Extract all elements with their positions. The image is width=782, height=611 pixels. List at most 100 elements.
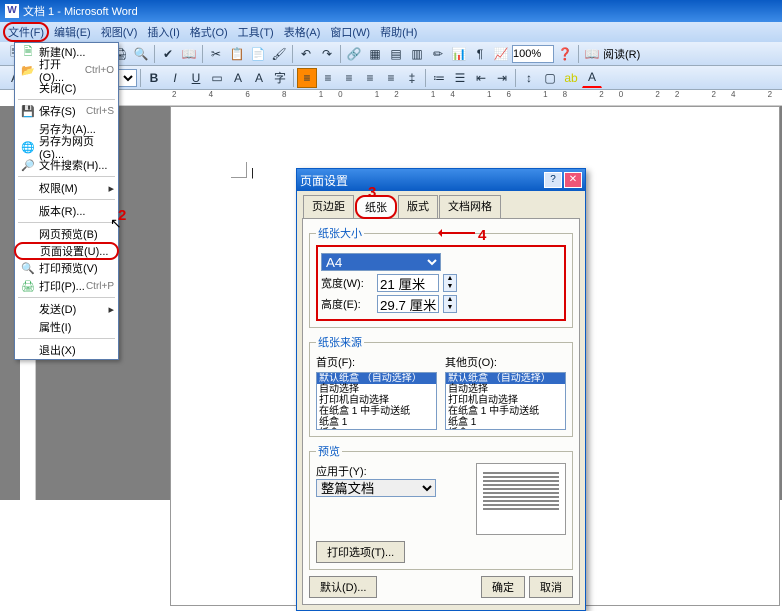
menu-save-web[interactable]: 🌐另存为网页(G)...: [15, 138, 118, 156]
width-input[interactable]: [377, 274, 439, 292]
menu-edit[interactable]: 编辑(E): [49, 22, 96, 42]
preview-icon[interactable]: 🔍: [131, 44, 151, 64]
table-icon[interactable]: ▦: [365, 44, 385, 64]
preview-legend: 预览: [316, 443, 342, 459]
border-icon[interactable]: ▭: [207, 68, 227, 88]
char-a2-icon[interactable]: A: [249, 68, 269, 88]
apply-to-select[interactable]: 整篇文档: [316, 479, 436, 497]
cancel-button[interactable]: 取消: [529, 576, 573, 598]
reading-label[interactable]: 阅读(R): [603, 46, 640, 62]
paste-icon[interactable]: 📄: [248, 44, 268, 64]
char-a3-icon[interactable]: 字: [270, 68, 290, 88]
menu-print[interactable]: 🖨打印(P)...Ctrl+P: [15, 277, 118, 295]
page-preview: [476, 463, 566, 535]
menu-close[interactable]: 关闭(C): [15, 79, 118, 97]
menu-versions[interactable]: 版本(R)...: [15, 202, 118, 220]
menu-save[interactable]: 💾保存(S)Ctrl+S: [15, 102, 118, 120]
paper-size-group: 纸张大小 A4 宽度(W):▲▼ 高度(E):▲▼: [309, 225, 573, 328]
underline-icon[interactable]: U: [186, 68, 206, 88]
cut-icon[interactable]: ✂: [206, 44, 226, 64]
menu-web-preview[interactable]: 网页预览(B): [15, 225, 118, 243]
highlight-icon[interactable]: ab: [561, 68, 581, 88]
menu-help[interactable]: 帮助(H): [375, 22, 422, 42]
apply-to-label: 应用于(Y):: [316, 466, 367, 478]
tab-margins[interactable]: 页边距: [303, 195, 354, 219]
menu-properties[interactable]: 属性(I): [15, 318, 118, 336]
excel-icon[interactable]: ▤: [386, 44, 406, 64]
menu-insert[interactable]: 插入(I): [142, 22, 184, 42]
indent-icon[interactable]: ⇥: [492, 68, 512, 88]
horizontal-ruler[interactable]: 2 4 6 8 10 12 14 16 18 20 22 24 26 28 30…: [22, 90, 782, 106]
distribute-icon[interactable]: ≡: [381, 68, 401, 88]
reading-icon[interactable]: 📖: [582, 44, 602, 64]
height-input[interactable]: [377, 295, 439, 313]
first-page-list[interactable]: 默认纸盒 （自动选择）自动选择打印机自动选择在纸盒 1 中手动送纸纸盒 1纸盒 …: [316, 372, 437, 430]
default-button[interactable]: 默认(D)...: [309, 576, 377, 598]
menu-page-setup[interactable]: 页面设置(U)...: [14, 242, 119, 260]
spell-icon[interactable]: ✔: [158, 44, 178, 64]
bullets-icon[interactable]: ☰: [450, 68, 470, 88]
drawing-icon[interactable]: ✏: [428, 44, 448, 64]
link-icon[interactable]: 🔗: [344, 44, 364, 64]
search-icon: 🔎: [19, 159, 37, 172]
chart-icon[interactable]: 📈: [491, 44, 511, 64]
close-button[interactable]: ✕: [564, 172, 582, 188]
numbering-icon[interactable]: ≔: [429, 68, 449, 88]
zoom-input[interactable]: [512, 45, 554, 63]
columns-icon[interactable]: ▥: [407, 44, 427, 64]
menu-format[interactable]: 格式(O): [185, 22, 233, 42]
help-button[interactable]: ?: [544, 172, 562, 188]
map-icon[interactable]: 📊: [449, 44, 469, 64]
menu-window[interactable]: 窗口(W): [325, 22, 375, 42]
bold-icon[interactable]: B: [144, 68, 164, 88]
text-dir-icon[interactable]: ↕: [519, 68, 539, 88]
italic-icon[interactable]: I: [165, 68, 185, 88]
linespace-icon[interactable]: ‡: [402, 68, 422, 88]
copy-icon[interactable]: 📋: [227, 44, 247, 64]
paper-source-legend: 纸张来源: [316, 334, 364, 350]
align-justify-icon[interactable]: ≡: [360, 68, 380, 88]
redo-icon[interactable]: ↷: [317, 44, 337, 64]
align-left-icon[interactable]: ≡: [297, 68, 317, 88]
align-right-icon[interactable]: ≡: [339, 68, 359, 88]
file-dropdown-menu: 🗎新建(N)... 📂打开(O)...Ctrl+O 关闭(C) 💾保存(S)Ct…: [14, 42, 119, 360]
fontcolor-icon[interactable]: A: [582, 68, 602, 88]
undo-icon[interactable]: ↶: [296, 44, 316, 64]
menu-print-preview[interactable]: 🔍打印预览(V): [15, 259, 118, 277]
menu-view[interactable]: 视图(V): [96, 22, 143, 42]
other-pages-label: 其他页(O):: [445, 354, 566, 370]
menu-table[interactable]: 表格(A): [279, 22, 326, 42]
menu-file[interactable]: 文件(F): [3, 22, 49, 42]
char-a1-icon[interactable]: A: [228, 68, 248, 88]
dialog-titlebar[interactable]: 页面设置 ? ✕: [297, 169, 585, 191]
other-pages-list[interactable]: 默认纸盒 （自动选择）自动选择打印机自动选择在纸盒 1 中手动送纸纸盒 1纸盒 …: [445, 372, 566, 430]
paper-size-select[interactable]: A4: [321, 253, 441, 271]
print-options-button[interactable]: 打印选项(T)...: [316, 541, 405, 563]
window-title: 文档 1 - Microsoft Word: [23, 3, 138, 19]
menu-open[interactable]: 📂打开(O)...Ctrl+O: [15, 61, 118, 79]
dialog-tabs: 页边距 纸张 版式 文档网格: [297, 191, 585, 219]
menu-exit[interactable]: 退出(X): [15, 341, 118, 359]
width-spinner[interactable]: ▲▼: [443, 274, 457, 292]
annotation-4: 4: [478, 227, 486, 244]
folder-icon: 📂: [19, 64, 37, 77]
border2-icon[interactable]: ▢: [540, 68, 560, 88]
menu-permission[interactable]: 权限(M): [15, 179, 118, 197]
tab-layout[interactable]: 版式: [398, 195, 438, 219]
align-center-icon[interactable]: ≡: [318, 68, 338, 88]
blank-doc-icon: 🗎: [19, 43, 37, 62]
tab-grid[interactable]: 文档网格: [439, 195, 501, 219]
format-painter-icon[interactable]: 🖌: [269, 44, 289, 64]
research-icon[interactable]: 📖: [179, 44, 199, 64]
menu-file-search[interactable]: 🔎文件搜索(H)...: [15, 156, 118, 174]
ok-button[interactable]: 确定: [481, 576, 525, 598]
menu-send[interactable]: 发送(D): [15, 300, 118, 318]
margin-corner-left: [231, 162, 247, 178]
menu-bar[interactable]: 1 文件(F) 编辑(E) 视图(V) 插入(I) 格式(O) 工具(T) 表格…: [0, 22, 782, 42]
height-spinner[interactable]: ▲▼: [443, 295, 457, 313]
showhide-icon[interactable]: ¶: [470, 44, 490, 64]
menu-tools[interactable]: 工具(T): [233, 22, 279, 42]
first-page-label: 首页(F):: [316, 354, 437, 370]
help-icon[interactable]: ❓: [555, 44, 575, 64]
outdent-icon[interactable]: ⇤: [471, 68, 491, 88]
